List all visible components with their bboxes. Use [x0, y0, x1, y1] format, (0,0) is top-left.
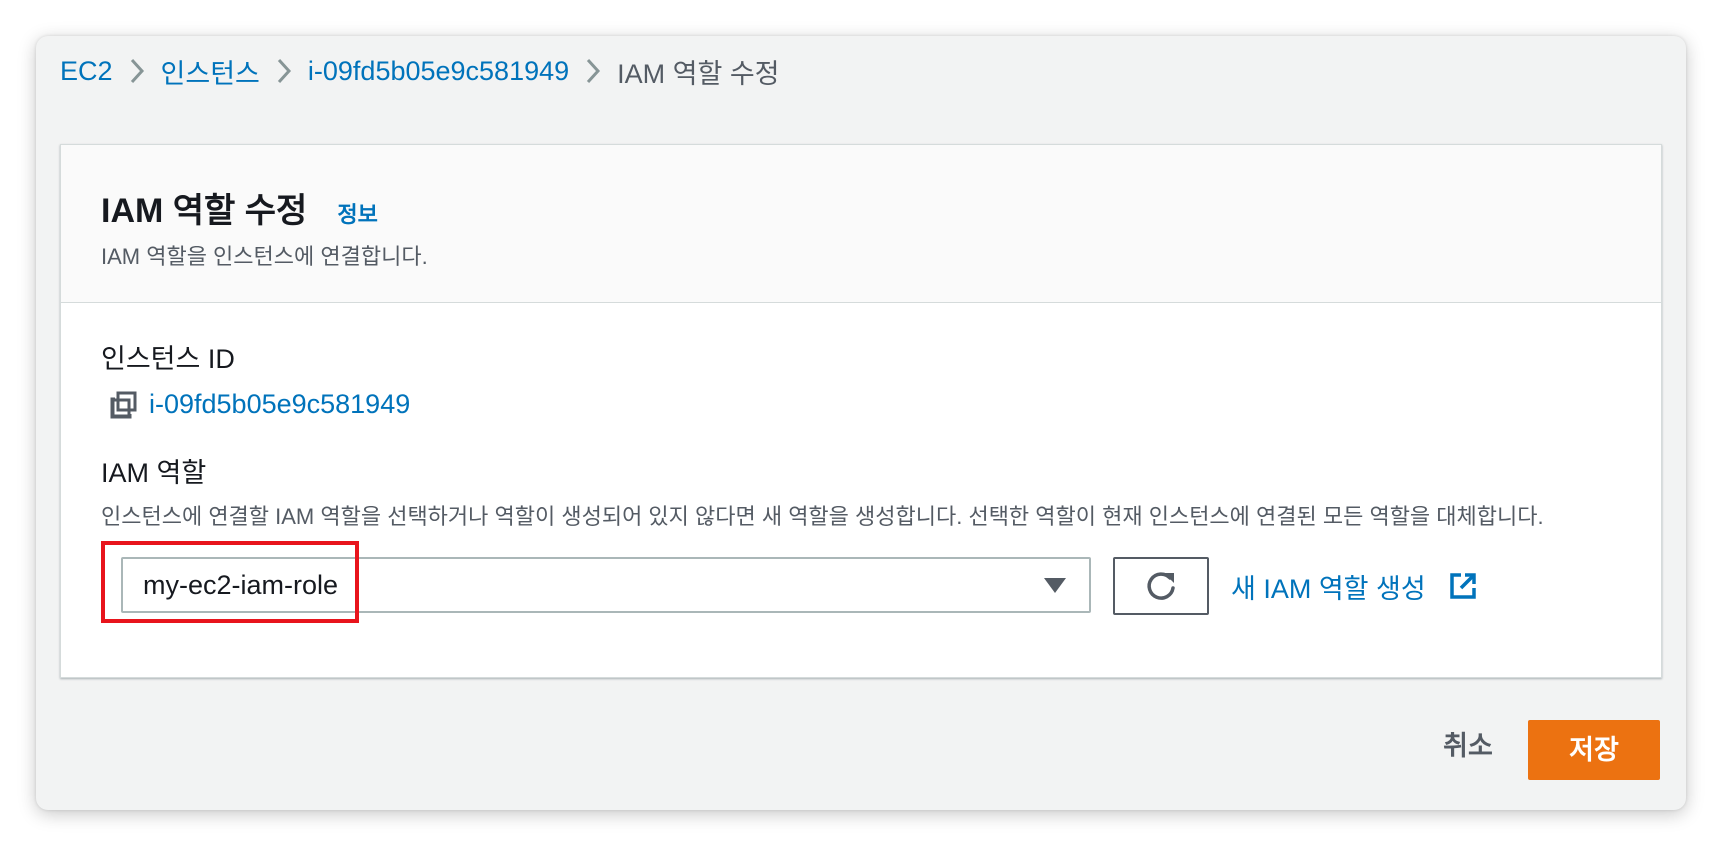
breadcrumb-current: IAM 역할 수정 — [617, 58, 780, 89]
copy-icon[interactable] — [109, 390, 139, 420]
chevron-right-icon — [569, 50, 617, 92]
iam-role-label: IAM 역할 — [101, 458, 207, 488]
panel-title-row: IAM 역할 수정 정보 — [101, 183, 378, 232]
iam-role-description: 인스턴스에 연결할 IAM 역할을 선택하거나 역할이 생성되어 있지 않다면 … — [101, 504, 1544, 529]
refresh-icon — [1147, 572, 1175, 600]
instance-id-value: i-09fd5b05e9c581949 — [109, 389, 410, 420]
panel-header: IAM 역할 수정 정보 IAM 역할을 인스턴스에 연결합니다. — [61, 145, 1661, 303]
external-link-icon — [1449, 573, 1476, 599]
refresh-button[interactable] — [1113, 557, 1209, 615]
caret-down-icon — [1044, 578, 1066, 593]
save-button[interactable]: 저장 — [1528, 720, 1660, 780]
page-title: IAM 역할 수정 — [101, 192, 308, 230]
edit-iam-role-window: EC2 인스턴스 i-09fd5b05e9c581949 IAM 역할 수정 I… — [36, 36, 1686, 810]
instance-id-label: 인스턴스 ID — [101, 344, 235, 374]
panel-description: IAM 역할을 인스턴스에 연결합니다. — [101, 244, 428, 269]
iam-role-selected-value: my-ec2-iam-role — [143, 570, 339, 600]
iam-role-select[interactable]: my-ec2-iam-role — [121, 557, 1091, 613]
chevron-right-icon — [113, 50, 161, 92]
cancel-button[interactable]: 취소 — [1428, 724, 1508, 768]
create-new-iam-role-link[interactable]: 새 IAM 역할 생성 — [1231, 561, 1478, 611]
instance-id-link[interactable]: i-09fd5b05e9c581949 — [149, 389, 410, 420]
chevron-right-icon — [260, 50, 308, 92]
info-link[interactable]: 정보 — [337, 197, 377, 229]
breadcrumb: EC2 인스턴스 i-09fd5b05e9c581949 IAM 역할 수정 — [60, 50, 780, 92]
create-new-iam-role-label: 새 IAM 역할 생성 — [1231, 573, 1426, 604]
edit-iam-role-panel: IAM 역할 수정 정보 IAM 역할을 인스턴스에 연결합니다. 인스턴스 I… — [60, 144, 1662, 678]
breadcrumb-item-instance-id[interactable]: i-09fd5b05e9c581949 — [308, 56, 569, 87]
breadcrumb-item-ec2[interactable]: EC2 — [60, 56, 113, 87]
breadcrumb-item-instances[interactable]: 인스턴스 — [161, 52, 260, 91]
